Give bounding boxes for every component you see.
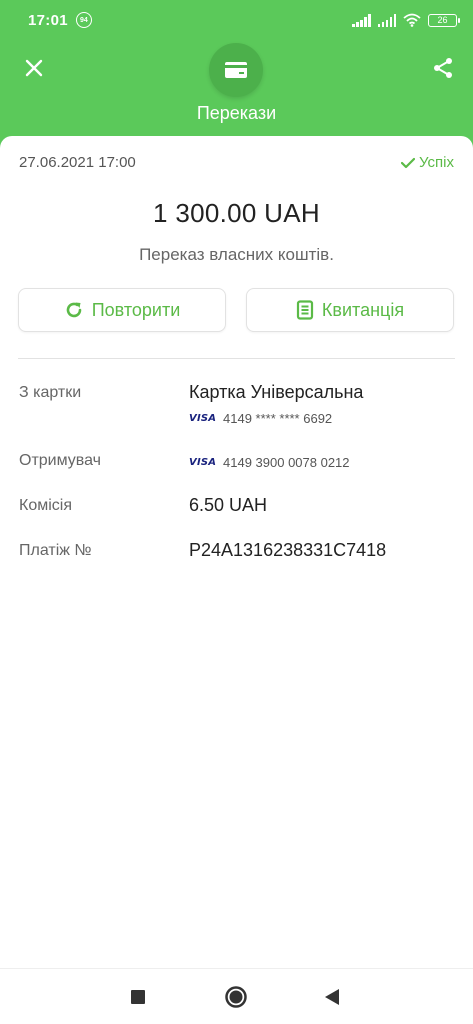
- share-icon: [434, 58, 452, 78]
- notification-badge: 94: [75, 12, 92, 28]
- share-button[interactable]: [427, 52, 459, 84]
- wifi-icon: [403, 13, 421, 27]
- payment-number-label: Платіж №: [19, 542, 92, 559]
- system-nav-bar: [0, 968, 473, 1024]
- from-card-line: VISA 4149 **** **** 6692: [189, 411, 332, 426]
- fee-label: Комісія: [19, 497, 72, 514]
- transaction-amount: 1 300.00 UAH: [153, 198, 320, 228]
- status-bar: 17:01 94 26: [0, 0, 473, 40]
- from-card-label: З картки: [19, 384, 82, 401]
- from-card-name: Картка Універсальна: [189, 382, 364, 402]
- check-icon: [401, 157, 416, 168]
- from-card-number: 4149 **** **** 6692: [223, 411, 333, 426]
- transaction-details-screen: 17:01 94 26 Перекази 27.06.2021 17:00 Ус…: [0, 0, 473, 1024]
- recent-apps-button[interactable]: [126, 985, 150, 1009]
- receipt-button[interactable]: Квитанція: [246, 288, 454, 332]
- refresh-icon: [66, 302, 82, 318]
- transaction-datetime: 27.06.2021 17:00: [19, 154, 136, 171]
- header-card-badge: [209, 43, 263, 97]
- recipient-card-number: 4149 3900 0078 0212: [223, 455, 350, 470]
- battery-indicator: 26: [428, 13, 460, 27]
- status-label: Успіх: [419, 154, 454, 171]
- repeat-label: Повторити: [91, 299, 181, 320]
- receipt-icon: [296, 300, 314, 320]
- circle-icon: [225, 986, 247, 1008]
- fee-value: 6.50 UAH: [189, 495, 268, 515]
- visa-logo: VISA: [189, 413, 217, 424]
- transaction-description: Переказ власних коштів.: [139, 245, 334, 264]
- date-row: 27.06.2021 17:00 Успіх: [19, 154, 454, 171]
- close-icon: [25, 59, 43, 77]
- page-title: Перекази: [196, 103, 277, 123]
- card-icon: [225, 62, 247, 78]
- back-button[interactable]: [320, 985, 344, 1009]
- status-badge: Успіх: [401, 154, 454, 171]
- visa-logo: VISA: [189, 457, 217, 468]
- header: Перекази: [0, 40, 473, 140]
- recipient-card-line: VISA 4149 3900 0078 0212: [189, 455, 350, 470]
- payment-number-value: P24A1316238331C7418: [189, 540, 387, 560]
- recipient-label: Отримувач: [19, 452, 101, 469]
- back-icon: [325, 989, 339, 1005]
- home-button[interactable]: [224, 985, 248, 1009]
- signal-icon: [352, 13, 371, 27]
- signal-icon: [377, 13, 396, 27]
- transaction-card: 27.06.2021 17:00 Успіх 1 300.00 UAH Пере…: [0, 136, 473, 968]
- status-time: 17:01: [28, 11, 68, 29]
- status-indicators: 26: [352, 13, 460, 27]
- square-icon: [131, 990, 145, 1004]
- close-button[interactable]: [18, 52, 50, 84]
- repeat-button[interactable]: Повторити: [18, 288, 226, 332]
- receipt-label: Квитанція: [321, 299, 405, 320]
- divider: [18, 358, 455, 359]
